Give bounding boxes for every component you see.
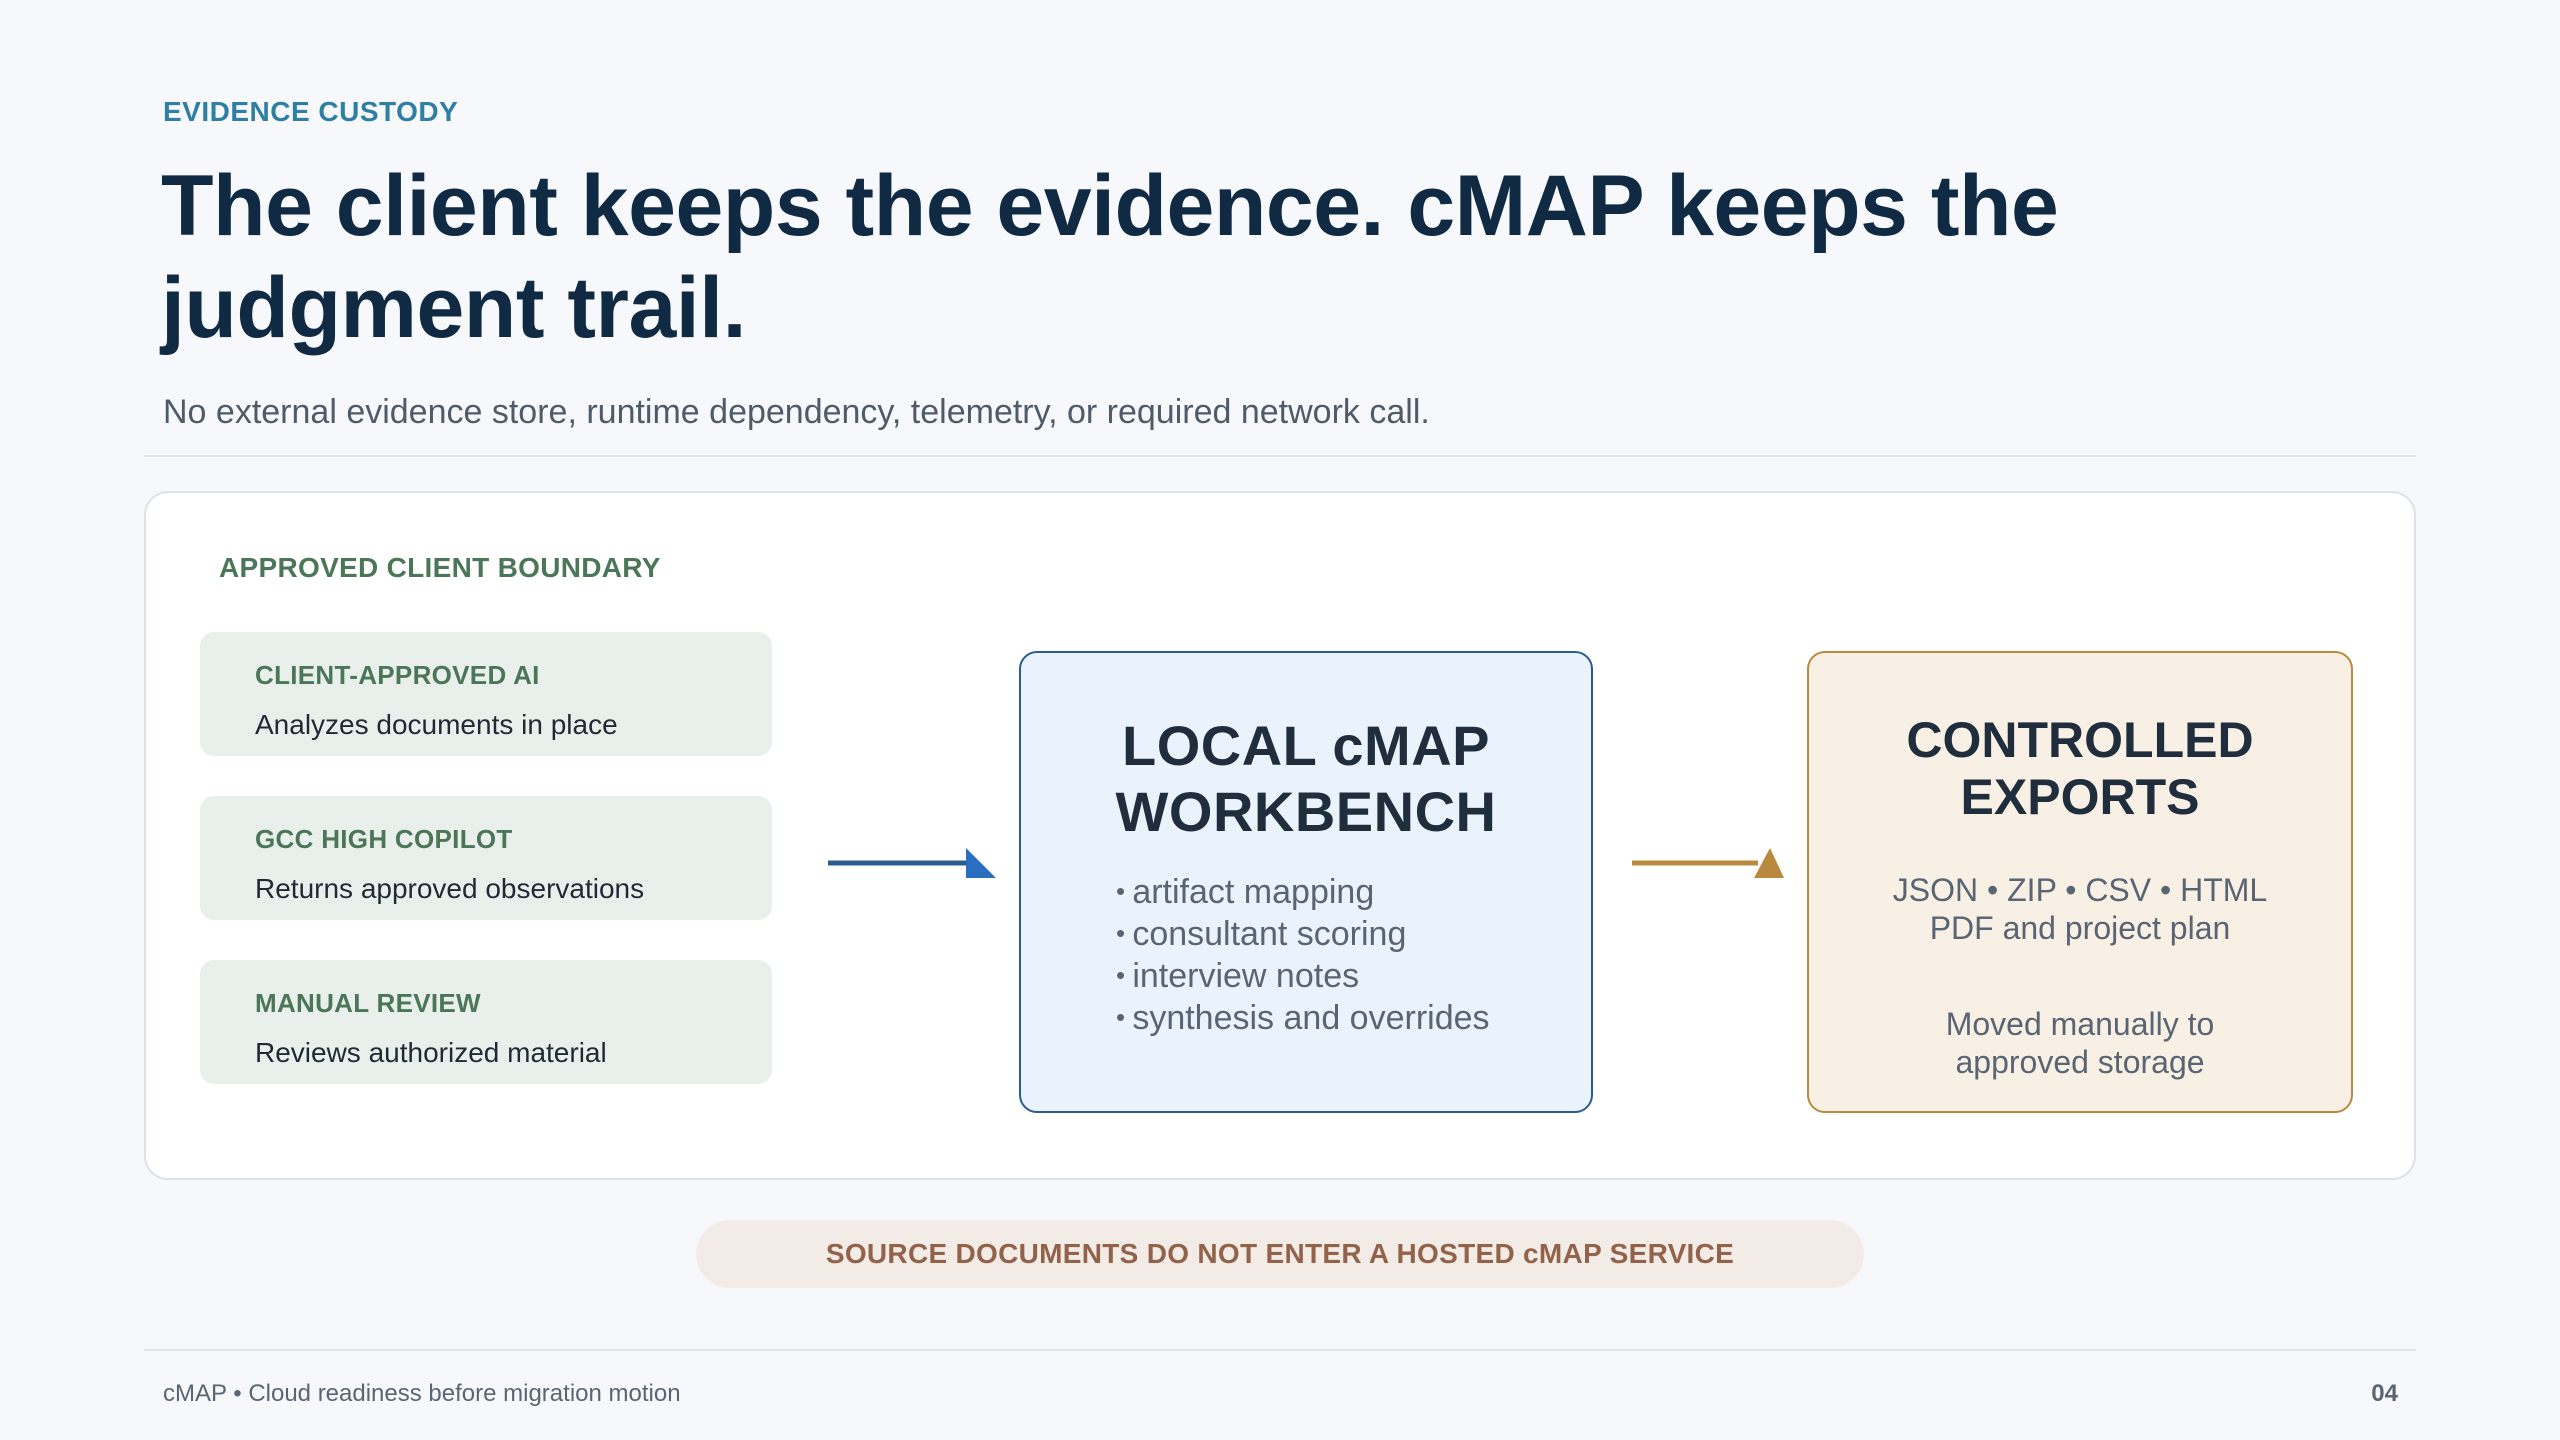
source-card-desc: Reviews authorized material — [255, 1037, 607, 1068]
arrow-to-exports — [1632, 848, 1784, 878]
workbench-title-line2: WORKBENCH — [1115, 780, 1497, 843]
page-number: 04 — [2371, 1380, 2398, 1407]
source-card-title: GCC HIGH COPILOT — [255, 824, 513, 854]
source-card-manual-review: MANUAL REVIEW Reviews authorized materia… — [200, 960, 772, 1084]
local-workbench-box: LOCAL cMAP WORKBENCH artifact mapping co… — [1019, 651, 1593, 1113]
hosted-service-notice: SOURCE DOCUMENTS DO NOT ENTER A HOSTED c… — [696, 1220, 1864, 1288]
source-card-desc: Returns approved observations — [255, 873, 645, 904]
page-title: The client keeps the evidence. cMAP keep… — [161, 158, 2059, 356]
footer-divider — [144, 1349, 2416, 1351]
exports-title-line1: CONTROLLED — [1906, 712, 2254, 768]
header-divider — [144, 455, 2416, 457]
arrow-to-workbench — [828, 848, 996, 878]
eyebrow-label: EVIDENCE CUSTODY — [163, 96, 459, 127]
export-note-line1: Moved manually to — [1945, 1006, 2215, 1042]
source-card-title: CLIENT-APPROVED AI — [255, 660, 540, 690]
export-formats-line2: PDF and project plan — [1929, 910, 2231, 946]
list-item: synthesis and overrides — [1116, 997, 1489, 1039]
export-formats: JSON • ZIP • CSV • HTML PDF and project … — [1809, 871, 2351, 947]
workbench-title: LOCAL cMAP WORKBENCH — [1021, 713, 1591, 845]
source-card-client-approved-ai: CLIENT-APPROVED AI Analyzes documents in… — [200, 632, 772, 756]
workbench-title-line1: LOCAL cMAP — [1122, 714, 1490, 777]
export-note-line2: approved storage — [1955, 1044, 2205, 1080]
workbench-list: artifact mapping consultant scoring inte… — [1116, 871, 1490, 1039]
boundary-label: APPROVED CLIENT BOUNDARY — [219, 552, 661, 583]
list-item: artifact mapping — [1116, 871, 1490, 913]
export-formats-line1: JSON • ZIP • CSV • HTML — [1892, 872, 2268, 908]
export-note: Moved manually to approved storage — [1809, 1005, 2351, 1081]
list-item: interview notes — [1116, 955, 1490, 997]
source-card-gcc-high-copilot: GCC HIGH COPILOT Returns approved observ… — [200, 796, 772, 920]
list-item: consultant scoring — [1116, 913, 1490, 955]
exports-title: CONTROLLED EXPORTS — [1809, 712, 2351, 826]
source-card-desc: Analyzes documents in place — [255, 709, 618, 740]
exports-title-line2: EXPORTS — [1960, 769, 2200, 825]
footer-caption: cMAP • Cloud readiness before migration … — [163, 1380, 681, 1407]
source-card-title: MANUAL REVIEW — [255, 988, 481, 1018]
page-subtitle: No external evidence store, runtime depe… — [163, 393, 1430, 431]
controlled-exports-box: CONTROLLED EXPORTS JSON • ZIP • CSV • HT… — [1807, 651, 2353, 1113]
